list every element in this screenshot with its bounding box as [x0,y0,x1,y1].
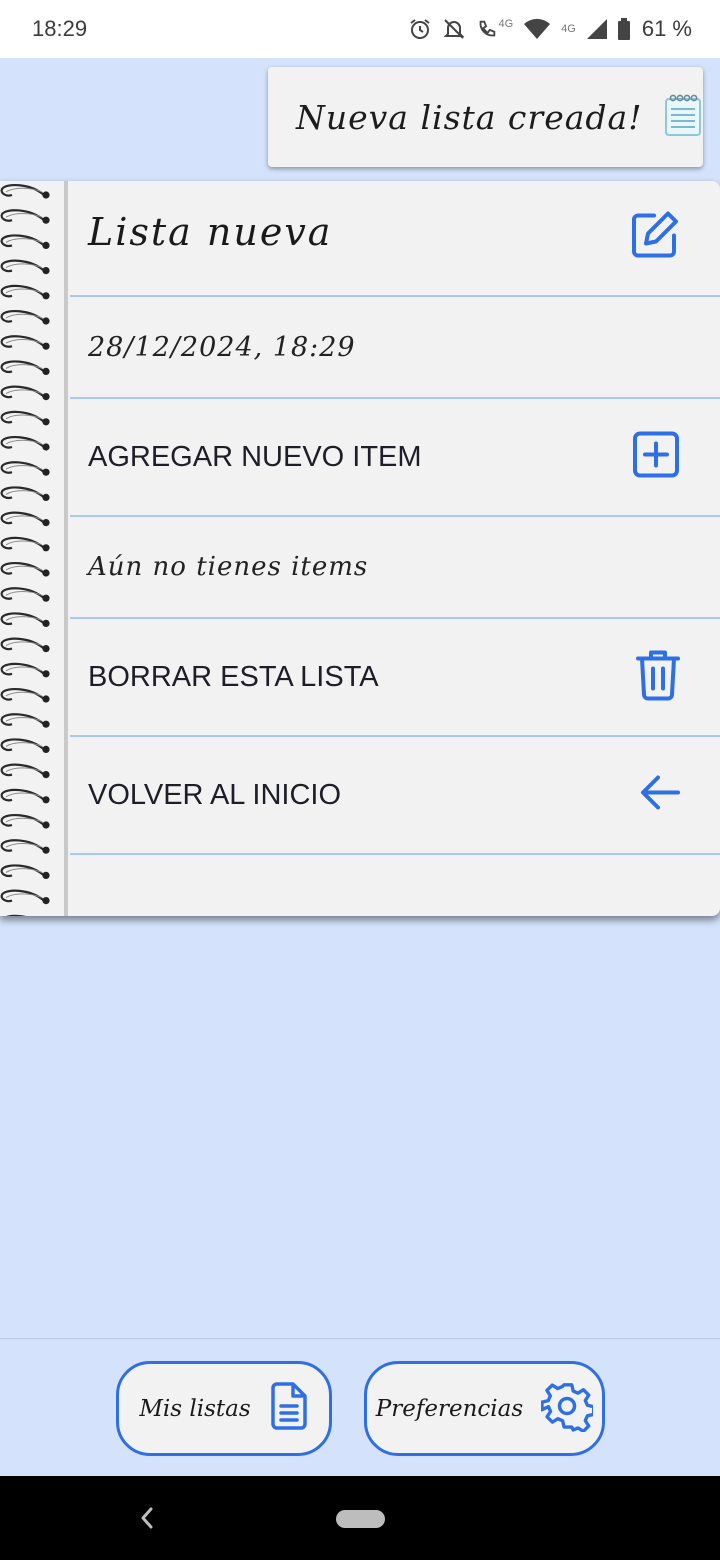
my-lists-label: Mis listas [139,1395,251,1422]
spiral-coil [0,360,51,377]
spiral-coil [0,435,51,452]
spiral-coil [0,410,51,427]
edit-icon[interactable] [628,210,680,267]
signal-icon [586,18,608,40]
delete-list-button[interactable]: BORRAR ESTA LISTA [70,619,720,737]
spiral-coil [0,183,51,200]
spiral-coil [0,864,51,881]
spiral-coil [0,713,51,729]
spiral-coil [0,284,51,301]
volte-label: 4G [498,18,514,30]
plus-square-icon [632,431,680,484]
toast-text: Nueva lista creada! [296,97,643,137]
wifi-icon [523,18,551,40]
bottom-navigation: Mis listas Preferencias [0,1338,720,1476]
gear-icon [540,1380,596,1437]
spiral-coil [0,461,51,477]
arrow-left-icon [640,775,680,816]
spiral-coil [0,687,51,704]
spiral-coil [0,234,51,251]
spiral-coil [0,335,51,351]
spiral-coil [0,738,51,755]
list-card: Lista nueva 28/12/2024, 18:29 AGREGAR NU… [0,181,720,916]
empty-items-row: Aún no tienes items [70,517,720,619]
notebook-margin-line [64,181,68,916]
back-home-label: VOLVER AL INICIO [88,778,342,811]
spiral-coil [0,587,51,603]
spiral-binding [0,183,51,916]
back-home-button[interactable]: VOLVER AL INICIO [70,737,720,855]
document-icon [269,1382,309,1435]
spiral-coil [0,889,51,906]
status-icons: 4G 4G 61 % [408,16,692,42]
my-lists-button[interactable]: Mis listas [116,1361,332,1456]
spiral-coil [0,209,51,225]
list-date: 28/12/2024, 18:29 [88,331,356,363]
list-date-row: 28/12/2024, 18:29 [70,297,720,399]
spiral-coil [0,259,51,276]
spiral-coil [0,612,51,629]
spiral-coil [0,385,51,402]
system-home-pill[interactable] [336,1510,385,1528]
system-back-icon[interactable] [135,1504,159,1537]
list-title: Lista nueva [88,210,333,254]
trash-icon [636,649,680,706]
status-time: 18:29 [32,16,88,41]
spiral-coil [0,486,51,503]
network-type-label: 4G [561,23,576,35]
battery-percent: 61 % [641,16,692,41]
volte-call-icon: 4G [476,18,513,40]
system-nav-bar [0,1476,720,1560]
spiral-coil [0,662,51,679]
empty-items-message: Aún no tienes items [88,552,369,582]
spiral-coil [0,536,51,553]
toast-notification: Nueva lista creada! [268,67,703,167]
add-item-button[interactable]: AGREGAR NUEVO ITEM [70,399,720,517]
spiral-coil [0,839,51,855]
delete-list-label: BORRAR ESTA LISTA [88,660,379,693]
preferences-button[interactable]: Preferencias [364,1361,605,1456]
spiral-coil [0,763,51,780]
battery-icon [617,18,630,40]
status-bar: 18:29 4G 4G 61 % [0,0,720,58]
spiral-coil [0,637,51,654]
spiral-coil [0,309,51,326]
spiral-coil [0,788,51,805]
spiral-coil [0,813,51,830]
spiral-coil [0,511,51,528]
list-title-row: Lista nueva [70,181,720,297]
notepad-icon [664,93,702,142]
muted-bell-icon [442,17,466,41]
preferences-label: Preferencias [375,1395,524,1422]
alarm-icon [408,17,432,41]
add-item-label: AGREGAR NUEVO ITEM [88,440,422,473]
spiral-coil [0,561,51,578]
